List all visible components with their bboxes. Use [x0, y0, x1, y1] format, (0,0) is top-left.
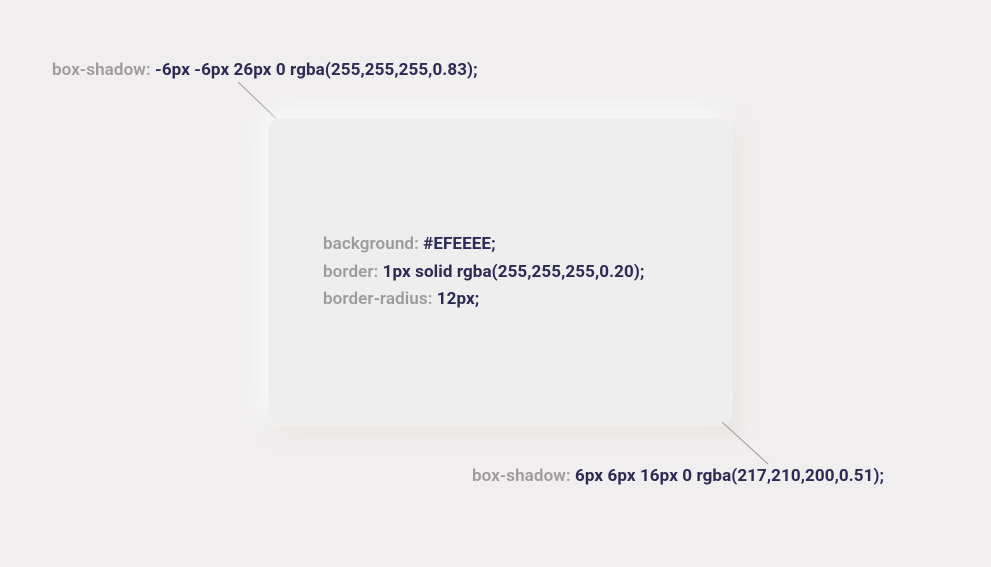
- leader-line-bottom: [716, 420, 776, 468]
- top-shadow-annotation: box-shadow: -6px -6px 26px 0 rgba(255,25…: [52, 60, 478, 80]
- css-property-label: border:: [323, 262, 378, 282]
- css-property-label: box-shadow:: [472, 466, 571, 486]
- css-value-label: 12px;: [437, 289, 480, 309]
- css-value-label: 6px 6px 16px 0 rgba(217,210,200,0.51);: [575, 466, 884, 486]
- css-property-label: background:: [323, 234, 419, 254]
- css-value-label: -6px -6px 26px 0 rgba(255,255,255,0.83);: [155, 60, 478, 80]
- css-line-border: border: 1px solid rgba(255,255,255,0.20)…: [323, 260, 644, 285]
- css-value-label: 1px solid rgba(255,255,255,0.20);: [383, 262, 645, 282]
- css-property-label: box-shadow:: [52, 60, 151, 80]
- css-value-label: #EFEEEE;: [423, 234, 496, 254]
- css-line-border-radius: border-radius: 12px;: [323, 287, 644, 312]
- bottom-shadow-annotation: box-shadow: 6px 6px 16px 0 rgba(217,210,…: [472, 466, 884, 486]
- neumorphic-card: background: #EFEEEE; border: 1px solid r…: [268, 118, 732, 426]
- css-line-background: background: #EFEEEE;: [323, 232, 644, 257]
- css-property-label: border-radius:: [323, 289, 432, 309]
- card-css-block: background: #EFEEEE; border: 1px solid r…: [323, 232, 644, 312]
